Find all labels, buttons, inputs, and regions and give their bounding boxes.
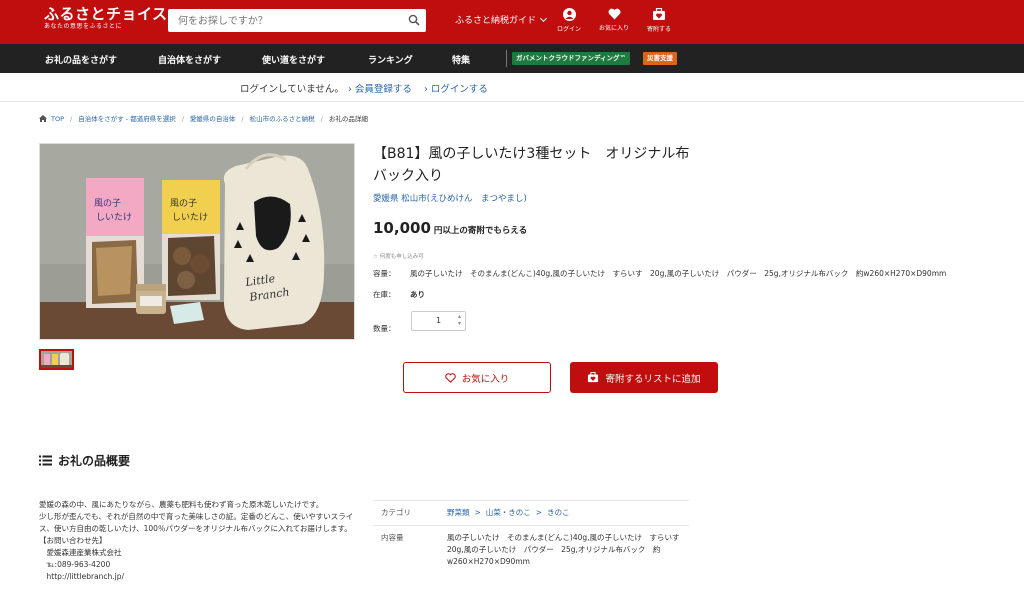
category-link-mushrooms[interactable]: きのこ [547,508,570,517]
product-description: 愛媛の森の中、風にあたりながら、農薬も肥料も使わず育った原木乾しいたけです。 少… [39,499,357,583]
stock-value: あり [410,290,425,299]
nav-item-ranking[interactable]: ランキング [368,53,413,66]
user-icon [562,8,576,21]
star-icon: ☆ [373,254,378,260]
donation-list-icon [653,8,665,20]
nav-item-uses[interactable]: 使い道をさがす [262,53,325,66]
add-to-donation-list-button[interactable]: 寄附するリストに追加 [570,362,718,393]
heart-icon [608,8,620,20]
price-unit: 円以上の寄附でもらえる [433,226,528,236]
register-link-label: 会員登録する [354,84,412,95]
quantity-value: 1 [435,316,442,325]
search-input[interactable] [168,10,388,33]
svg-text:しいたけ: しいたけ [96,212,132,223]
search-icon[interactable] [408,14,420,26]
login-icon-button[interactable]: ログイン [549,8,589,33]
guide-label: ふるさと納税ガイド [455,16,537,26]
description-line: 少し形が歪んでも、それが自然の中で育った美味しさの証。定番のどんこ、使いやすいス… [39,512,354,533]
login-link[interactable]: › ログインする [424,81,488,95]
description-line: 愛媛森連産業株式会社 [39,548,122,557]
municipality-link[interactable]: 愛媛県 松山市(えひめけん まつやまし) [373,192,527,204]
repeat-application-note: ☆ 何度も申し込み可 [373,252,424,260]
logo-tagline: あなたの意思をふるさとに [44,23,123,30]
breadcrumb-matsuyama[interactable]: 松山市のふるさと納税 [250,115,315,123]
quantity-row: 数量： [373,323,410,334]
favorites-icon-label: お気に入り [598,25,629,32]
overview-heading: お礼の品概要 [39,452,130,469]
capacity-row: 容量： 風の子しいたけ そのまんま(どんこ)40g,風の子しいたけ すらいす 20… [373,268,946,279]
category-link-vegetables[interactable]: 野菜類 [447,508,470,517]
donation-list-icon [588,372,599,383]
description-line: http://littlebranch.jp/ [39,572,125,581]
stock-row: 在庫： あり [373,289,425,300]
content-value: 風の子しいたけ そのまんま(どんこ)40g,風の子しいたけ すらいす 20g,風… [439,525,689,574]
add-favorite-button[interactable]: お気に入り [403,362,551,393]
nav-item-gifts[interactable]: お礼の品をさがす [45,53,117,66]
nav-item-features[interactable]: 特集 [452,53,470,66]
breadcrumb-select-prefecture[interactable]: 自治体をさがす - 都道府県を選択 [78,115,175,123]
pack2-label: 風の子 [170,198,197,209]
logo-text: ふるさとチョイス [44,5,168,23]
description-line: 【お問い合わせ先】 [39,536,107,545]
stock-label: 在庫： [373,290,396,299]
product-image[interactable]: Little Branch 風の子 しいたけ 風の子 しいたけ [39,143,355,340]
product-thumbnail[interactable] [39,349,74,370]
category-link-wild-vegetables[interactable]: 山菜・きのこ [486,508,531,517]
breadcrumb: TOP / 自治体をさがす - 都道府県を選択 / 愛媛県の自治体 / 松山市のふるさと納税… [39,113,368,123]
nav-divider [506,50,507,67]
chevron-down-icon [539,14,548,23]
svg-text:しいたけ: しいたけ [172,212,208,223]
nav-item-municipalities[interactable]: 自治体をさがす [158,53,221,66]
disaster-support-badge[interactable]: 災害支援 [643,52,677,65]
content-label: 内容量 [373,525,439,574]
repeat-application-text: 何度も申し込み可 [379,254,424,260]
product-title: 【B81】風の子しいたけ3種セット オリジナル布バック入り [373,146,690,184]
pack1-label: 風の子 [94,198,121,209]
category-row: カテゴリ 野菜類 > 山菜・きのこ > きのこ [373,500,689,526]
login-status-message: ログインしていません。 [240,84,344,95]
login-link-label: ログインする [430,84,488,95]
register-link[interactable]: › 会員登録する [348,81,412,95]
heart-outline-icon [445,372,456,383]
donate-icon-label: 寄附する [646,26,671,33]
quantity-label: 数量： [373,324,396,333]
thumbnail-photo [41,351,72,368]
price-number: 10,000 [373,219,431,237]
site-logo[interactable]: ふるさとチョイス あなたの意思をふるさとに [44,5,168,31]
donate-icon-button[interactable]: 寄附する [639,8,679,33]
search-box [168,9,426,33]
capacity-label: 容量： [373,269,396,278]
content-row: 内容量 風の子しいたけ そのまんま(どんこ)40g,風の子しいたけ すらいす 2… [373,525,689,574]
category-label: カテゴリ [373,500,439,526]
breadcrumb-top[interactable]: TOP [51,115,64,123]
product-photo: Little Branch 風の子 しいたけ 風の子 しいたけ [40,144,354,339]
category-path: 野菜類 > 山菜・きのこ > きのこ [439,500,689,526]
site-header: ふるさとチョイス あなたの意思をふるさとに ふるさと納税ガイド ログイン お気に… [0,0,1024,44]
login-icon-label: ログイン [556,26,581,33]
capacity-value: 風の子しいたけ そのまんま(どんこ)40g,風の子しいたけ すらいす 20g,風… [410,269,947,278]
price-line: 10,000 円以上の寄附でもらえる [373,218,527,237]
login-status-bar: ログインしていません。 › 会員登録する › ログインする [0,73,1024,102]
description-line: ℡:089-963-4200 [39,560,111,569]
gcf-badge[interactable]: ガバメントクラウドファンディング™ [512,52,631,65]
overview-title: お礼の品概要 [58,454,131,468]
description-line: 愛媛の森の中、風にあたりながら、農薬も肥料も使わず育った原木乾しいたけです。 [39,500,324,509]
main-nav: お礼の品をさがす 自治体をさがす 使い道をさがす ランキング 特集 ガバメントク… [0,44,1024,73]
add-to-donation-list-label: 寄附するリストに追加 [605,373,701,385]
home-icon [39,115,47,122]
breadcrumb-current: お礼の品詳細 [328,115,368,123]
quantity-stepper[interactable]: 1 ▴ ▾ [411,311,466,331]
list-icon [39,455,52,466]
breadcrumb-ehime[interactable]: 愛媛県の自治体 [190,115,236,123]
guide-menu[interactable]: ふるさと納税ガイド [455,13,548,26]
product-info-table: カテゴリ 野菜類 > 山菜・きのこ > きのこ 内容量 風の子しいたけ そのまんま(どん… [373,500,689,574]
add-favorite-label: お気に入り [461,373,510,385]
stepper-arrows-icon[interactable]: ▴ ▾ [458,313,461,327]
favorites-icon-button[interactable]: お気に入り [594,8,634,32]
